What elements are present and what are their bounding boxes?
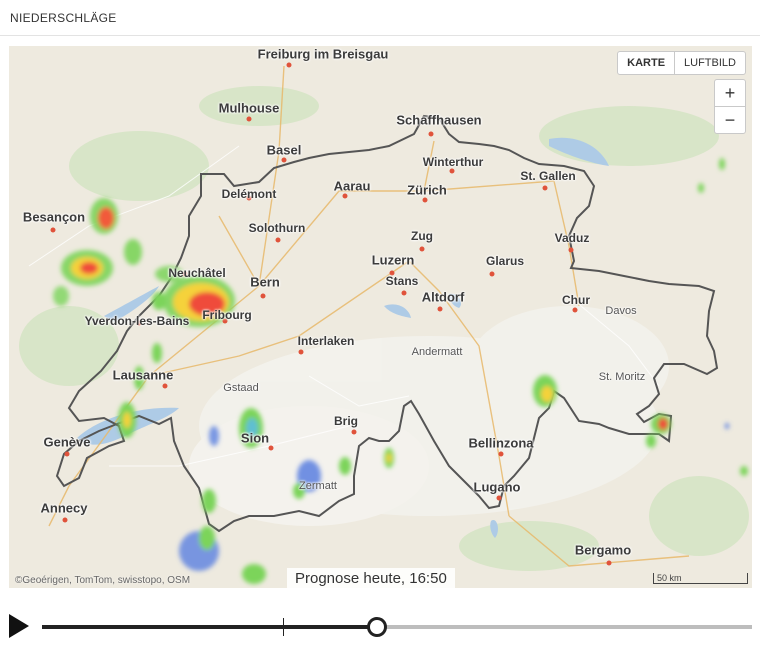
timeline-track[interactable] (42, 625, 752, 629)
zoom-control: + − (714, 79, 746, 134)
precipitation-map[interactable]: Freiburg im Breisgau Mulhouse Basel Scha… (9, 46, 752, 588)
label-st-gallen: St. Gallen (520, 169, 576, 183)
animation-player (0, 608, 760, 648)
timeline-handle[interactable] (366, 617, 387, 637)
label-delemont: Delémont (221, 187, 277, 201)
label-bergamo: Bergamo (574, 542, 632, 558)
satellite-view-button[interactable]: LUFTBILD (675, 52, 745, 74)
label-zurich: Zürich (407, 182, 447, 198)
label-vaduz: Vaduz (554, 231, 590, 245)
play-icon[interactable] (9, 614, 29, 638)
label-gstaad: Gstaad (223, 382, 259, 394)
label-aarau: Aarau (333, 178, 371, 194)
label-annecy: Annecy (40, 500, 88, 516)
label-fribourg: Fribourg (202, 308, 252, 322)
label-mulhouse: Mulhouse (218, 100, 280, 116)
label-altdorf: Altdorf (421, 289, 465, 305)
label-bellinzona: Bellinzona (468, 435, 534, 451)
label-stans: Stans (385, 274, 419, 288)
label-basel: Basel (266, 142, 302, 158)
label-andermatt: Andermatt (411, 346, 463, 358)
label-bern: Bern (250, 274, 280, 290)
map-view-button[interactable]: KARTE (618, 52, 676, 74)
label-winterthur: Winterthur (422, 155, 484, 169)
scale-bar-label: 50 km (657, 573, 682, 583)
map-view-toggle: KARTE LUFTBILD (617, 51, 746, 75)
label-glarus: Glarus (485, 254, 525, 268)
widget-title: NIEDERSCHLÄGE (10, 11, 117, 25)
map-attribution[interactable]: ©Geoérigen, TomTom, swisstopo, OSM (15, 575, 190, 586)
label-chur: Chur (562, 293, 590, 307)
label-st-moritz: St. Moritz (598, 371, 646, 383)
label-freiburg: Freiburg im Breisgau (257, 46, 389, 62)
timeline-progress (42, 625, 376, 629)
label-yverdon: Yverdon-les-Bains (84, 314, 190, 328)
label-schaffhausen: Schaffhausen (396, 112, 482, 128)
label-davos: Davos (605, 305, 637, 317)
label-geneve: Genève (43, 434, 91, 450)
label-zug: Zug (411, 229, 433, 243)
widget-header: NIEDERSCHLÄGE (0, 0, 760, 36)
zoom-in-button[interactable]: + (715, 80, 745, 107)
label-neuchatel: Neuchâtel (168, 266, 226, 280)
zoom-out-button[interactable]: − (715, 107, 745, 133)
label-zermatt: Zermatt (299, 480, 337, 492)
label-besancon: Besançon (22, 209, 86, 225)
label-brig: Brig (334, 414, 358, 428)
forecast-time-label: Prognose heute, 16:50 (287, 568, 455, 588)
timeline-now-marker (283, 618, 285, 636)
label-lugano: Lugano (473, 479, 521, 495)
label-interlaken: Interlaken (297, 334, 355, 348)
label-lausanne: Lausanne (112, 367, 174, 383)
scale-bar: 50 km (653, 573, 748, 584)
label-luzern: Luzern (371, 252, 415, 268)
label-solothurn: Solothurn (248, 221, 306, 235)
label-sion: Sion (240, 430, 270, 446)
